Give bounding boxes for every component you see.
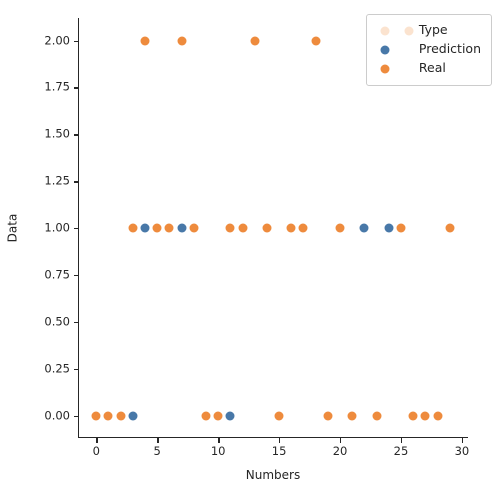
data-point-real xyxy=(262,223,272,233)
data-point-real xyxy=(347,411,357,420)
x-tick-label: 20 xyxy=(332,444,348,458)
data-point-real xyxy=(433,411,443,420)
y-tick-label: 0.00 xyxy=(44,407,70,422)
x-tick-label: 30 xyxy=(454,444,470,458)
x-tick-mark xyxy=(279,438,281,443)
data-point-prediction xyxy=(128,411,138,420)
y-tick-mark xyxy=(73,87,78,89)
axis-spine-left xyxy=(78,18,80,438)
legend-swatch-real xyxy=(375,59,419,78)
data-point-real xyxy=(311,36,321,45)
data-point-real xyxy=(91,411,101,420)
legend-swatch-prediction xyxy=(375,40,419,59)
data-point-real xyxy=(286,223,296,233)
data-point-real xyxy=(445,223,455,233)
data-point-real xyxy=(372,411,382,420)
x-tick-label: 10 xyxy=(210,444,226,458)
legend[interactable]: Type Prediction Real xyxy=(365,14,492,86)
legend-title-row: Type xyxy=(375,21,481,40)
data-point-real xyxy=(225,223,235,233)
y-tick-mark xyxy=(73,228,78,230)
y-tick-label: 1.75 xyxy=(44,79,70,94)
legend-dot-prediction xyxy=(380,45,390,54)
data-point-real xyxy=(238,223,248,233)
legend-title-swatches xyxy=(375,21,419,40)
x-tick-mark xyxy=(340,438,342,443)
legend-title-text: Type xyxy=(418,22,448,38)
x-tick-mark xyxy=(400,438,403,443)
legend-title-dot-left xyxy=(380,26,390,35)
legend-label-prediction: Prediction xyxy=(418,41,481,57)
y-tick-label: 2.00 xyxy=(44,32,70,47)
x-tick-mark xyxy=(157,438,159,443)
legend-item-real[interactable]: Real xyxy=(375,59,481,78)
data-point-real xyxy=(274,411,284,420)
data-point-real xyxy=(189,223,199,233)
y-tick-mark xyxy=(73,368,78,371)
legend-label-real: Real xyxy=(418,60,446,76)
x-tick-label: 0 xyxy=(92,444,100,458)
x-tick-label: 15 xyxy=(271,444,287,458)
data-point-real xyxy=(164,223,174,233)
x-tick-label: 5 xyxy=(153,444,161,458)
y-tick-mark xyxy=(73,321,78,324)
data-point-prediction xyxy=(359,223,369,233)
data-point-real xyxy=(128,223,138,233)
data-point-real xyxy=(140,36,150,45)
data-point-prediction xyxy=(140,223,150,233)
y-tick-label: 0.75 xyxy=(44,267,70,282)
y-tick-mark xyxy=(73,134,78,136)
y-tick-label: 1.25 xyxy=(44,173,70,188)
y-tick-label: 1.50 xyxy=(44,126,70,141)
data-point-real xyxy=(408,411,418,420)
x-tick-mark xyxy=(218,438,220,443)
y-axis-label-text: Data xyxy=(5,213,19,243)
y-tick-label: 1.00 xyxy=(44,220,70,235)
y-tick-label: 0.50 xyxy=(44,314,70,328)
data-point-real xyxy=(396,223,406,233)
data-point-real xyxy=(116,411,126,420)
x-tick-label: 25 xyxy=(393,444,409,458)
x-tick-mark xyxy=(461,438,464,443)
data-point-real xyxy=(250,36,260,45)
x-tick-mark xyxy=(96,438,98,443)
data-point-real xyxy=(323,411,333,420)
data-point-prediction xyxy=(384,223,394,233)
legend-title-dot-right xyxy=(404,26,414,35)
x-axis-label: Numbers xyxy=(78,468,468,482)
data-point-real xyxy=(103,411,113,420)
y-axis-label: Data xyxy=(4,18,20,438)
data-point-real xyxy=(152,223,162,233)
y-tick-mark xyxy=(73,181,78,183)
data-point-real xyxy=(420,411,430,420)
y-tick-mark xyxy=(73,40,78,42)
data-point-prediction xyxy=(177,223,187,233)
x-axis-label-text: Numbers xyxy=(245,468,301,482)
data-point-real xyxy=(201,411,211,420)
legend-dot-real xyxy=(380,64,390,73)
y-tick-label: 0.25 xyxy=(44,360,70,375)
data-point-real xyxy=(298,223,308,233)
data-point-real xyxy=(213,411,223,420)
y-tick-mark xyxy=(73,274,78,277)
legend-item-prediction[interactable]: Prediction xyxy=(375,40,481,59)
data-point-prediction xyxy=(225,411,235,420)
scatter-plot-figure: Data 0.00 0.25 0.50 0.75 1.00 1.25 1.50 1.75 2.0… xyxy=(0,0,500,500)
data-point-real xyxy=(177,36,187,45)
y-tick-mark xyxy=(73,415,78,417)
axis-spine-bottom xyxy=(78,436,468,438)
data-point-real xyxy=(335,223,345,233)
